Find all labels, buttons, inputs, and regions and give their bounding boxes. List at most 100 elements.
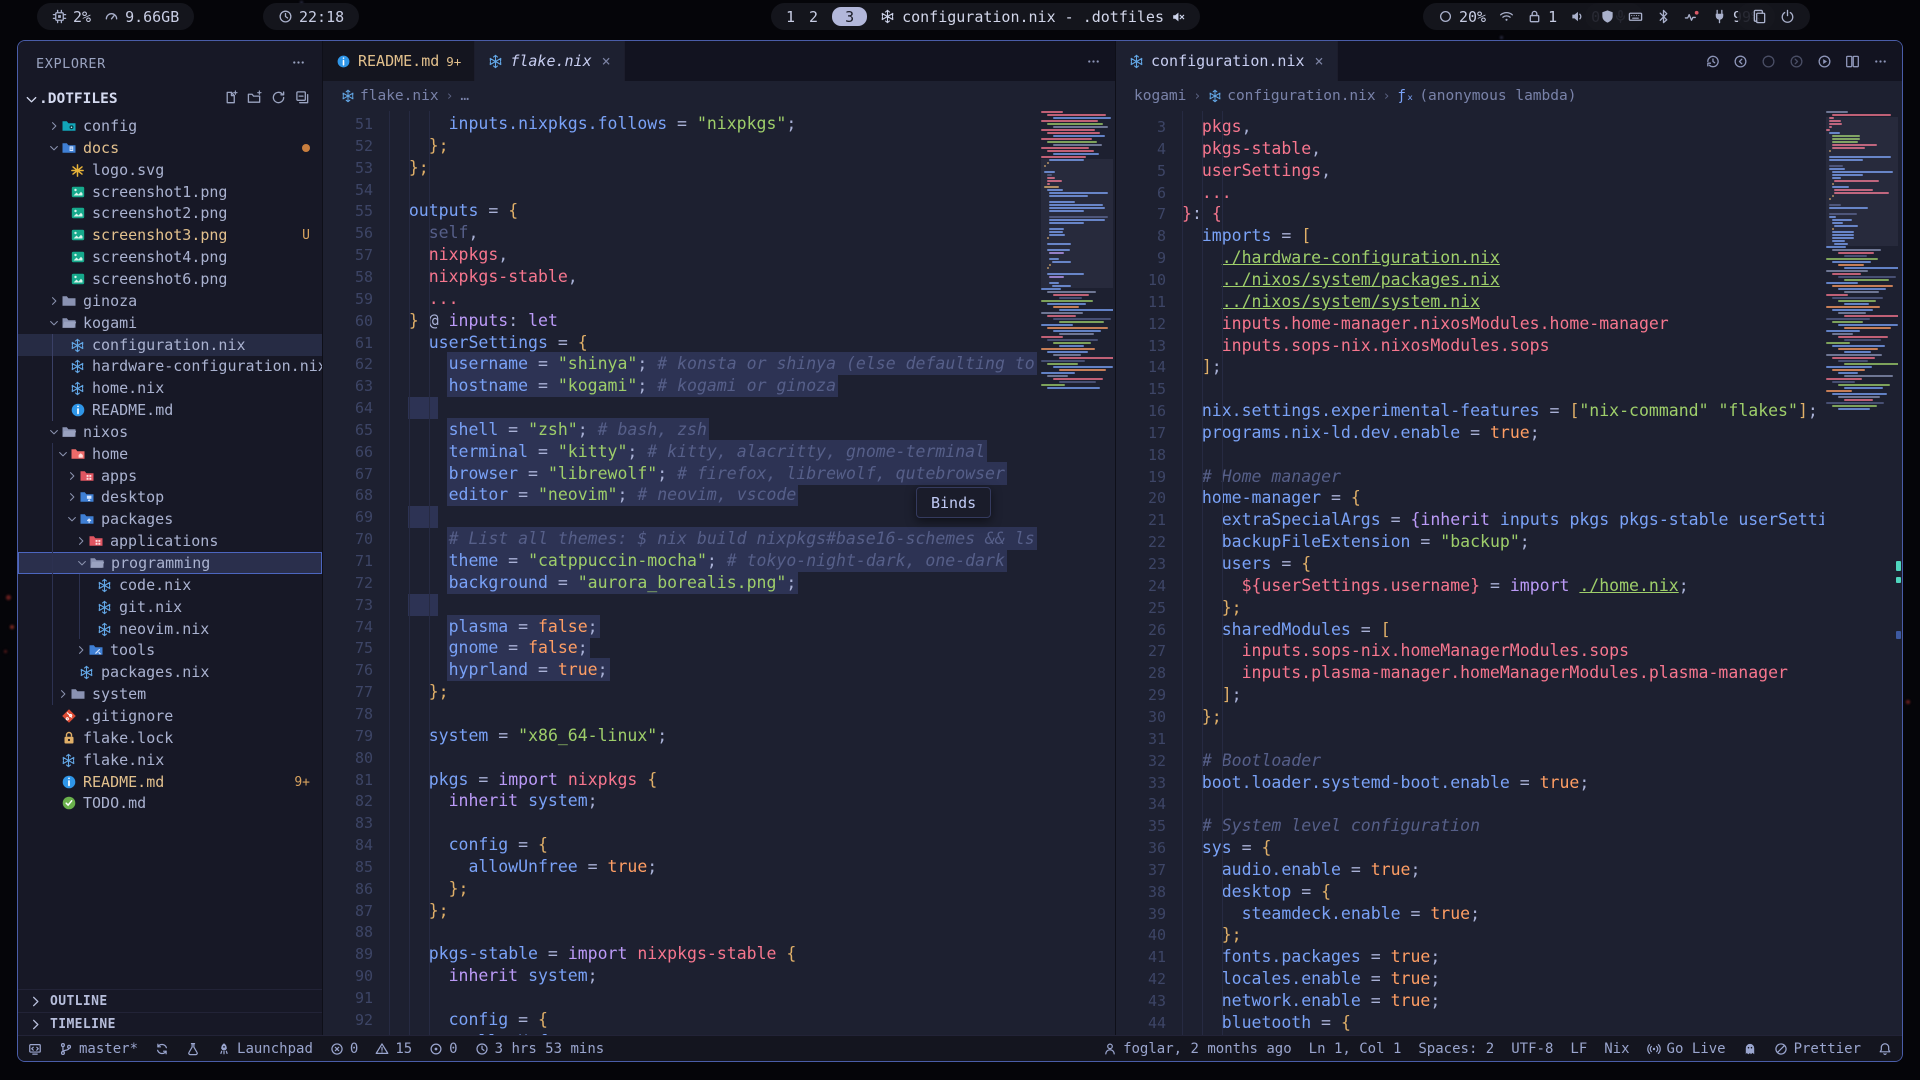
tree-item-README.md[interactable]: README.md — [18, 399, 322, 421]
tree-item-flake.nix[interactable]: flake.nix — [18, 749, 322, 771]
bluetooth-module[interactable] — [1656, 9, 1671, 24]
activity-module[interactable] — [1684, 9, 1699, 24]
wifi-module[interactable] — [1499, 9, 1514, 24]
chevron-right-icon[interactable] — [74, 644, 87, 656]
workspaces-title-module[interactable]: 123 configuration.nix - .dotfiles — [771, 3, 1200, 30]
gauge-module[interactable]: 9.66GB — [104, 8, 179, 26]
minimap-slider[interactable] — [1826, 117, 1898, 246]
status-error[interactable]: 0 — [330, 1041, 358, 1057]
status-warning[interactable]: 15 — [375, 1041, 412, 1057]
tree-item-applications[interactable]: applications — [18, 530, 322, 552]
brightness-module[interactable]: 20% — [1438, 8, 1486, 26]
tree-item-screenshot2.png[interactable]: screenshot2.png — [18, 202, 322, 224]
chevron-right-icon[interactable] — [65, 491, 78, 503]
close-tab-icon[interactable]: × — [1315, 52, 1324, 70]
chevron-down-icon[interactable] — [47, 426, 60, 438]
chevron-right-icon[interactable] — [56, 688, 69, 700]
tab-README.md[interactable]: README.md9+ — [323, 41, 475, 81]
lock-module[interactable]: 1 — [1527, 8, 1557, 26]
breadcrumb-item[interactable]: … — [460, 88, 469, 104]
timeline-section[interactable]: TIMELINE — [18, 1012, 322, 1035]
minimap-right[interactable] — [1826, 111, 1898, 1035]
chevron-down-icon[interactable] — [65, 513, 78, 525]
history-icon[interactable] — [1705, 54, 1720, 69]
tree-item-code.nix[interactable]: code.nix — [18, 574, 322, 596]
status-clock[interactable]: 3 hrs 53 mins — [475, 1041, 605, 1057]
chevron-down-icon[interactable] — [24, 92, 39, 107]
status-lf[interactable]: LF — [1570, 1041, 1587, 1057]
power-module[interactable] — [1780, 9, 1795, 24]
nav-back-icon[interactable] — [1733, 54, 1748, 69]
tree-item-desktop[interactable]: desktop — [18, 486, 322, 508]
chevron-down-icon[interactable] — [47, 317, 60, 329]
tree-item-screenshot1.png[interactable]: screenshot1.png — [18, 181, 322, 203]
tree-item-.gitignore[interactable]: .gitignore — [18, 705, 322, 727]
cpu-module[interactable]: 2% — [52, 8, 91, 26]
new-folder-icon[interactable] — [247, 90, 262, 105]
code-editor-configuration-nix[interactable]: 3pkgs,4pkgs-stable,5userSettings,6...7}:… — [1116, 111, 1824, 1035]
status-broadcast[interactable]: Go Live — [1647, 1041, 1726, 1057]
chevron-right-icon[interactable] — [47, 295, 60, 307]
tree-item-packages.nix[interactable]: packages.nix — [18, 661, 322, 683]
system-stats-module[interactable]: 2% 9.66GB — [37, 3, 194, 30]
tree-item-programming[interactable]: programming — [18, 552, 322, 574]
chevron-right-icon[interactable] — [74, 535, 87, 547]
more-icon[interactable] — [1873, 54, 1888, 69]
new-file-icon[interactable] — [223, 90, 238, 105]
status-ghost[interactable] — [1743, 1042, 1757, 1056]
run-icon[interactable] — [1817, 54, 1832, 69]
clock-module[interactable]: 22:18 — [263, 3, 359, 30]
tree-item-flake.lock[interactable]: flake.lock — [18, 727, 322, 749]
tree-item-home[interactable]: home — [18, 443, 322, 465]
tree-item-neovim.nix[interactable]: neovim.nix — [18, 618, 322, 640]
status-target[interactable]: 0 — [429, 1041, 457, 1057]
tree-item-home.nix[interactable]: home.nix — [18, 377, 322, 399]
chevron-down-icon[interactable] — [75, 557, 88, 569]
breadcrumb-item[interactable]: flake.nix — [341, 88, 439, 104]
status-bell[interactable] — [1878, 1042, 1892, 1056]
tree-item-screenshot3.png[interactable]: screenshot3.pngU — [18, 224, 322, 246]
refresh-icon[interactable] — [271, 90, 286, 105]
chevron-right-icon[interactable] — [47, 120, 60, 132]
session-module[interactable] — [1737, 3, 1810, 30]
nav-dot-icon[interactable] — [1761, 54, 1776, 69]
workspace-2[interactable]: 2 — [809, 8, 818, 26]
tree-item-docs[interactable]: docs — [18, 137, 322, 159]
status-slash[interactable]: Prettier — [1774, 1041, 1861, 1057]
tab-flake.nix[interactable]: flake.nix× — [475, 41, 624, 81]
tree-item-packages[interactable]: packages — [18, 508, 322, 530]
breadcrumb-item[interactable]: configuration.nix — [1208, 88, 1375, 104]
tree-item-README.md[interactable]: README.md9+ — [18, 771, 322, 793]
tree-item-kogami[interactable]: kogami — [18, 312, 322, 334]
tree-item-ginoza[interactable]: ginoza — [18, 290, 322, 312]
collapse-all-icon[interactable] — [295, 90, 310, 105]
clipboard-module[interactable] — [1752, 9, 1767, 24]
tree-item-TODO.md[interactable]: TODO.md — [18, 792, 322, 814]
tree-item-git.nix[interactable]: git.nix — [18, 596, 322, 618]
tree-item-apps[interactable]: apps — [18, 465, 322, 487]
outline-section[interactable]: OUTLINE — [18, 989, 322, 1012]
workspace-switcher[interactable]: 123 — [786, 7, 867, 26]
status-rocket[interactable]: Launchpad — [217, 1041, 313, 1057]
status-sync[interactable] — [155, 1042, 169, 1056]
chevron-down-icon[interactable] — [47, 142, 60, 154]
code-editor-flake-nix[interactable]: 51inputs.nixpkgs.follows = "nixpkgs";52}… — [323, 111, 1040, 1035]
status-branch[interactable]: master* — [59, 1041, 138, 1057]
tree-item-config[interactable]: config — [18, 115, 322, 137]
close-tab-icon[interactable]: × — [602, 52, 611, 70]
status-remote[interactable] — [28, 1042, 42, 1056]
tree-item-configuration.nix[interactable]: configuration.nix — [18, 334, 322, 356]
chevron-right-icon[interactable] — [65, 470, 78, 482]
more-icon[interactable] — [1086, 54, 1101, 69]
tab-configuration.nix[interactable]: configuration.nix× — [1116, 41, 1338, 81]
workspace-1[interactable]: 1 — [786, 8, 795, 26]
status-person[interactable]: foglar, 2 months ago — [1103, 1041, 1292, 1057]
minimap-left[interactable] — [1041, 111, 1113, 1035]
status-spaces[interactable]: Spaces: 2 — [1418, 1041, 1494, 1057]
status-beaker[interactable] — [186, 1042, 200, 1056]
explorer-more-actions-icon[interactable] — [291, 55, 306, 70]
tree-item-logo.svg[interactable]: logo.svg — [18, 159, 322, 181]
status-utf-8[interactable]: UTF-8 — [1511, 1041, 1553, 1057]
shield-module[interactable] — [1600, 9, 1615, 24]
keyboard-module[interactable] — [1628, 9, 1643, 24]
